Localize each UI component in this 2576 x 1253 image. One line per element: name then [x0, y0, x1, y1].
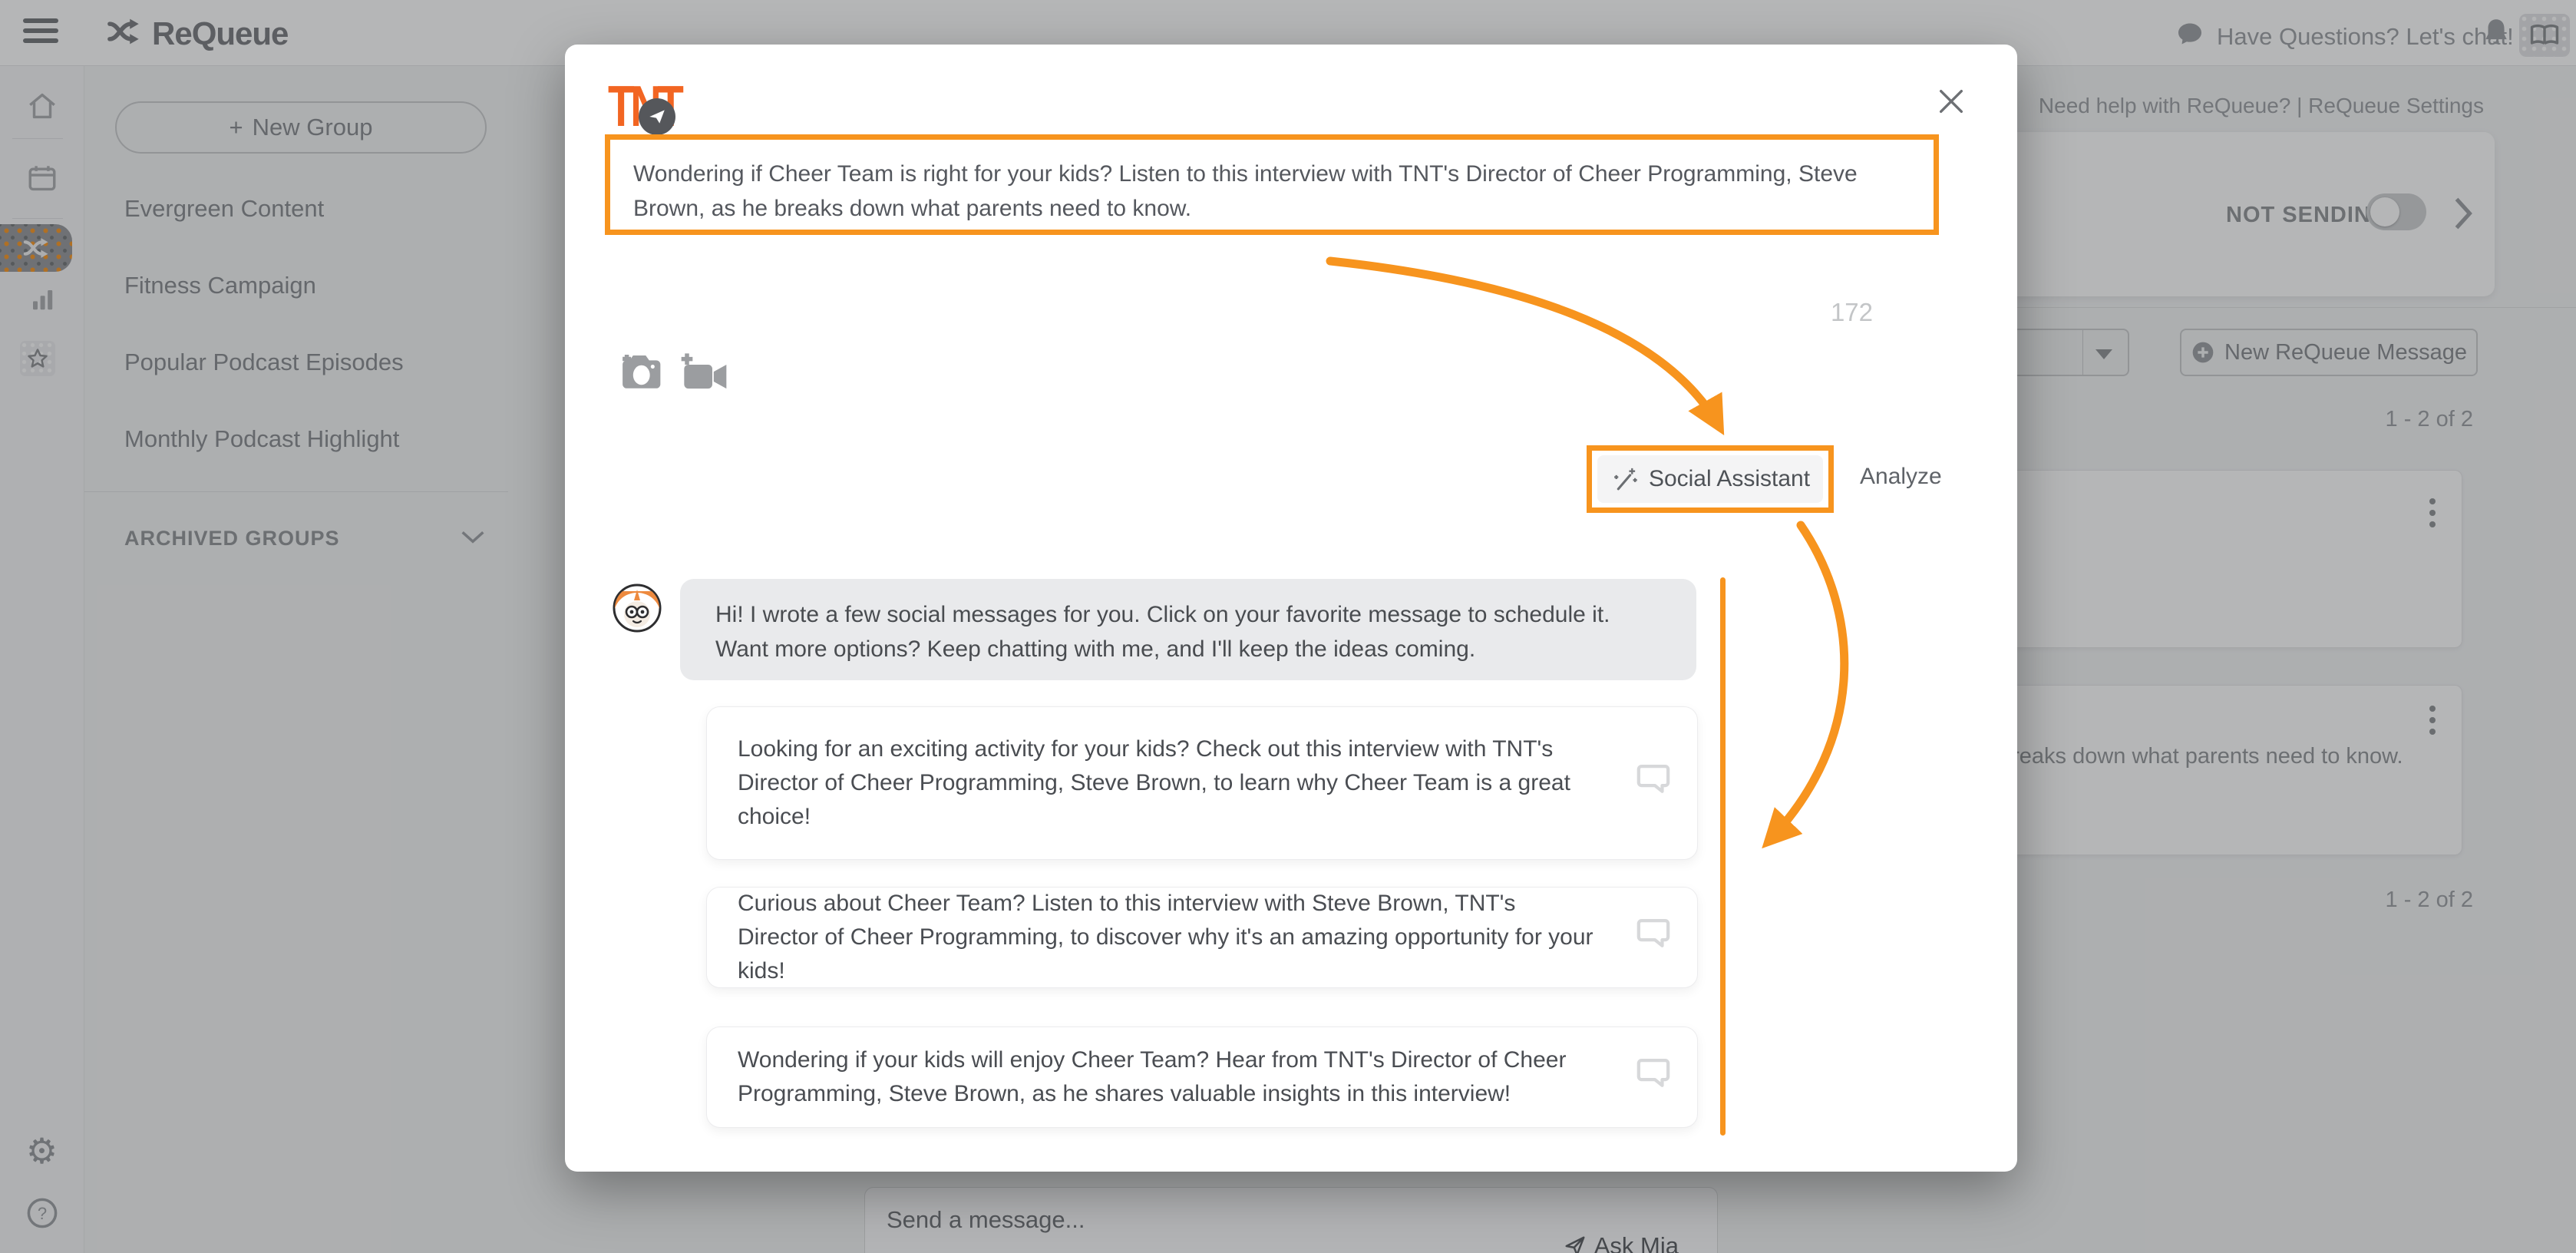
- magic-wand-icon: [1610, 465, 1638, 493]
- suggestion-text: Looking for an exciting activity for you…: [738, 732, 1597, 834]
- speech-bubble-icon: [1636, 915, 1671, 960]
- suggestion-card-3[interactable]: Wondering if your kids will enjoy Cheer …: [706, 1027, 1698, 1128]
- add-video-icon[interactable]: [679, 353, 729, 397]
- social-profile-badge: [639, 98, 675, 135]
- add-photo-icon[interactable]: [616, 349, 663, 397]
- assistant-greeting-bubble: Hi! I wrote a few social messages for yo…: [680, 579, 1696, 680]
- suggestion-text: Curious about Cheer Team? Listen to this…: [738, 887, 1597, 988]
- suggestion-text: Wondering if your kids will enjoy Cheer …: [738, 1043, 1597, 1111]
- suggestion-card-2[interactable]: Curious about Cheer Team? Listen to this…: [706, 887, 1698, 988]
- social-message-modal: TNT Wondering if Cheer Team is right for…: [565, 45, 2017, 1172]
- close-icon[interactable]: [1933, 83, 1970, 120]
- annotation-vertical-line: [1720, 577, 1726, 1136]
- greeting-line-2: Want more options? Keep chatting with me…: [715, 632, 1666, 666]
- message-textarea[interactable]: Wondering if Cheer Team is right for you…: [605, 134, 1939, 235]
- paper-plane-icon: [647, 107, 667, 127]
- speech-bubble-icon: [1636, 1055, 1671, 1100]
- social-assistant-label: Social Assistant: [1649, 466, 1810, 492]
- greeting-line-1: Hi! I wrote a few social messages for yo…: [715, 597, 1666, 632]
- character-count: 172: [1831, 298, 1873, 327]
- speech-bubble-icon: [1636, 761, 1671, 806]
- tab-analyze[interactable]: Analyze: [1860, 464, 1942, 490]
- requeue-app: ReQueue Have Questions? Let's chat!: [0, 0, 2576, 1253]
- suggestion-card-1[interactable]: Looking for an exciting activity for you…: [706, 706, 1698, 860]
- tab-social-assistant[interactable]: Social Assistant: [1597, 455, 1823, 503]
- social-assistant-annotation-box: Social Assistant: [1587, 445, 1834, 513]
- mia-avatar: [613, 584, 662, 633]
